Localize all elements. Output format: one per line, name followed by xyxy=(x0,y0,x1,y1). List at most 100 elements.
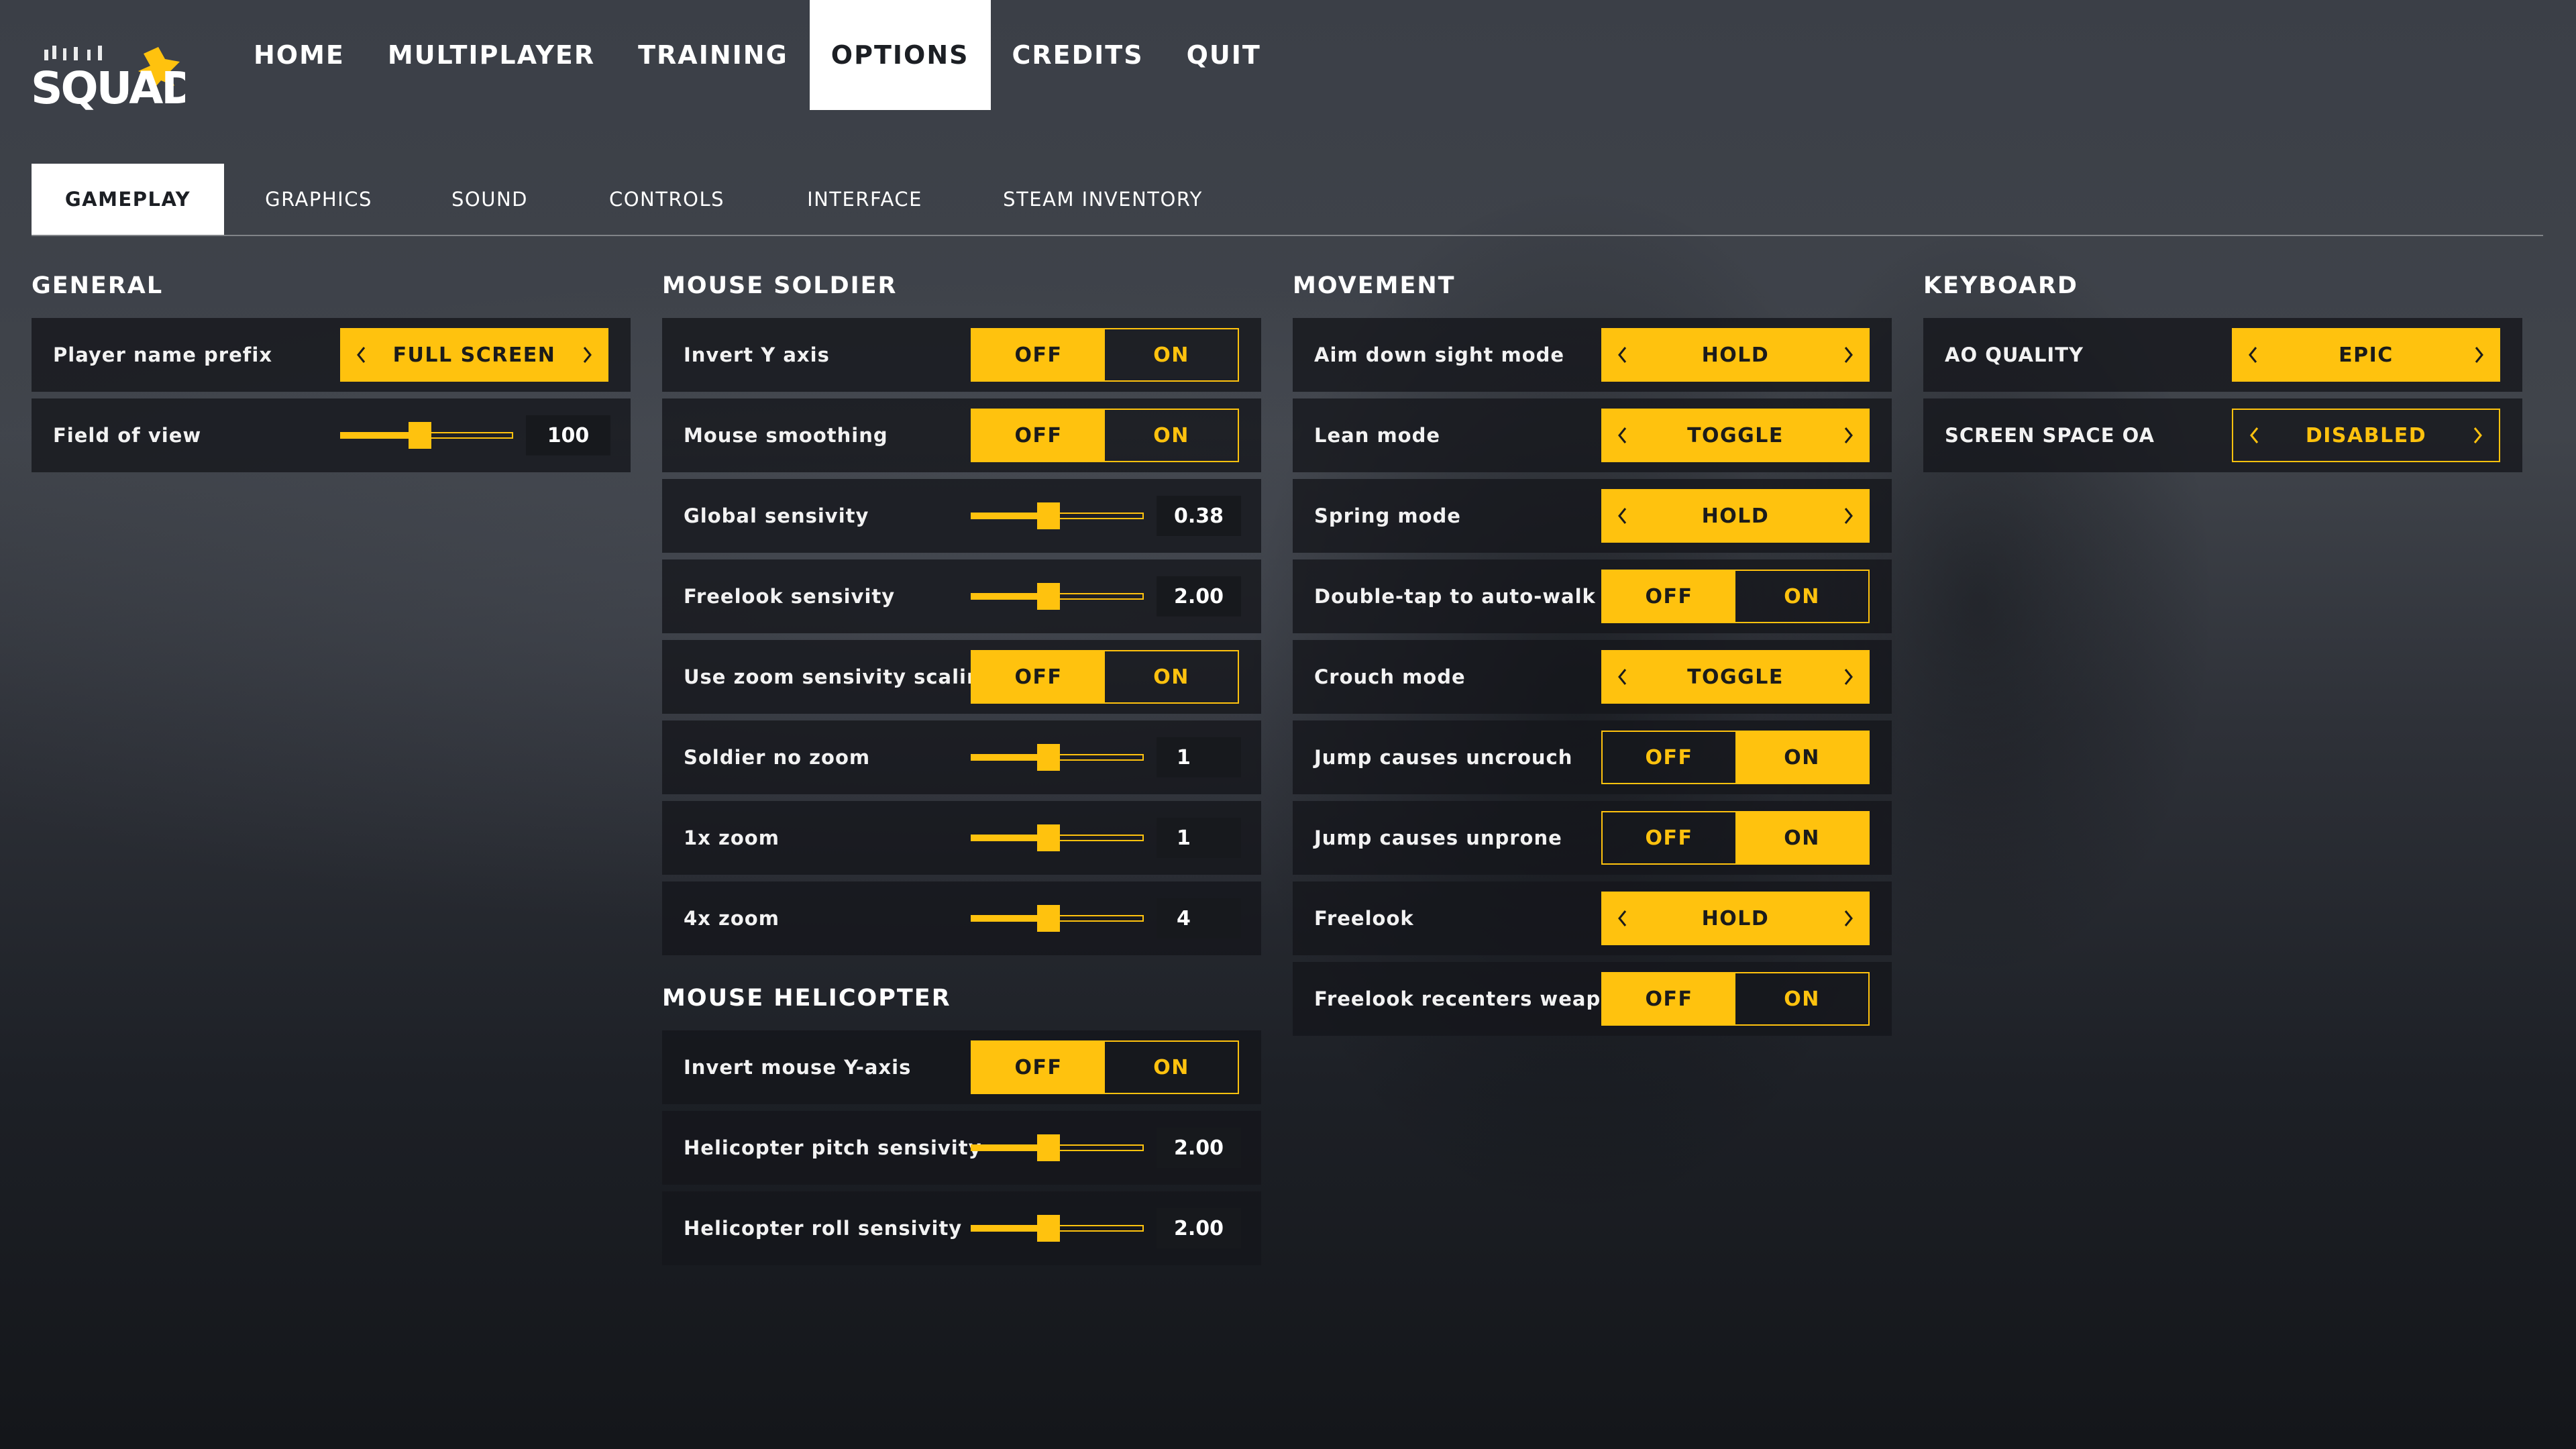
toggle-off-option[interactable]: OFF xyxy=(1603,973,1735,1024)
field-of-view-value: 100 xyxy=(526,415,610,455)
chevron-right-icon[interactable] xyxy=(1827,409,1870,462)
ads-mode-selector[interactable]: HOLD xyxy=(1601,328,1870,382)
soldier-no-zoom-slider[interactable]: 1 xyxy=(971,720,1241,794)
heli-roll-slider[interactable]: 2.00 xyxy=(971,1191,1241,1265)
slider-thumb[interactable] xyxy=(1037,744,1061,771)
mouse-soldier-heading: MOUSE SOLDIER xyxy=(662,272,898,299)
toggle-on-option[interactable]: ON xyxy=(1105,329,1238,380)
chevron-right-icon[interactable] xyxy=(2456,409,2499,462)
toggle-on-option[interactable]: ON xyxy=(1105,651,1238,702)
player-name-prefix-selector[interactable]: FULL SCREEN xyxy=(340,328,608,382)
tab-steam-inventory[interactable]: STEAM INVENTORY xyxy=(962,164,1244,235)
movement-heading: MOVEMENT xyxy=(1293,272,1456,299)
chevron-right-icon[interactable] xyxy=(1827,892,1870,945)
nav-multiplayer[interactable]: MULTIPLAYER xyxy=(366,0,616,110)
lean-mode-selector[interactable]: TOGGLE xyxy=(1601,409,1870,462)
ssao-selector[interactable]: DISABLED xyxy=(2232,409,2500,462)
keyboard-heading: KEYBOARD xyxy=(1923,272,2078,299)
jump-uncrouch-toggle[interactable]: OFF ON xyxy=(1601,731,1870,784)
chevron-right-icon[interactable] xyxy=(1827,489,1870,543)
keyboard-section: KEYBOARD AO QUALITY EPIC SCREEN SPACE OA… xyxy=(1923,266,2522,479)
toggle-on-option[interactable]: ON xyxy=(1735,812,1868,863)
slider-track[interactable] xyxy=(971,1134,1144,1161)
jump-unprone-toggle[interactable]: OFF ON xyxy=(1601,811,1870,865)
toggle-off-option[interactable]: OFF xyxy=(1603,812,1735,863)
tab-graphics[interactable]: GRAPHICS xyxy=(224,164,413,235)
freelook-recenter-toggle[interactable]: OFF ON xyxy=(1601,972,1870,1026)
slider-track[interactable] xyxy=(971,744,1144,771)
general-heading: GENERAL xyxy=(32,272,164,299)
lean-mode-value: TOGGLE xyxy=(1687,423,1784,447)
mouse-smoothing-toggle[interactable]: OFF ON xyxy=(971,409,1239,462)
toggle-on-option[interactable]: ON xyxy=(1735,571,1868,622)
nav-training[interactable]: TRAINING xyxy=(616,0,810,110)
toggle-off-option[interactable]: OFF xyxy=(972,1042,1105,1093)
heli-pitch-slider[interactable]: 2.00 xyxy=(971,1111,1241,1185)
nav-home[interactable]: HOME xyxy=(232,0,366,110)
toggle-off-option[interactable]: OFF xyxy=(972,651,1105,702)
chevron-left-icon[interactable] xyxy=(1601,489,1644,543)
crouch-mode-selector[interactable]: TOGGLE xyxy=(1601,650,1870,704)
invert-y-toggle[interactable]: OFF ON xyxy=(971,328,1239,382)
nav-quit[interactable]: QUIT xyxy=(1165,0,1283,110)
toggle-off-option[interactable]: OFF xyxy=(972,329,1105,380)
zoom-4x-value: 4 xyxy=(1157,898,1241,938)
chevron-left-icon[interactable] xyxy=(2232,328,2275,382)
slider-thumb[interactable] xyxy=(1037,824,1061,851)
slider-track[interactable] xyxy=(340,422,513,449)
global-sensivity-slider[interactable]: 0.38 xyxy=(971,479,1241,553)
freelook-sensivity-slider[interactable]: 2.00 xyxy=(971,559,1241,633)
chevron-left-icon[interactable] xyxy=(1601,409,1644,462)
nav-quit-label: QUIT xyxy=(1186,40,1261,70)
global-sensivity-value: 0.38 xyxy=(1157,496,1241,536)
chevron-right-icon[interactable] xyxy=(566,328,608,382)
toggle-on-option[interactable]: ON xyxy=(1735,732,1868,783)
tab-gameplay[interactable]: GAMEPLAY xyxy=(32,164,224,235)
nav-credits[interactable]: CREDITS xyxy=(991,0,1165,110)
heli-invert-y-toggle[interactable]: OFF ON xyxy=(971,1040,1239,1094)
lean-mode-label: Lean mode xyxy=(1314,424,1441,447)
chevron-left-icon[interactable] xyxy=(1601,650,1644,704)
slider-thumb[interactable] xyxy=(1037,502,1061,529)
field-of-view-slider[interactable]: 100 xyxy=(340,398,610,472)
toggle-off-option[interactable]: OFF xyxy=(972,410,1105,461)
toggle-on-option[interactable]: ON xyxy=(1105,410,1238,461)
tab-interface[interactable]: INTERFACE xyxy=(767,164,962,235)
chevron-left-icon[interactable] xyxy=(1601,328,1644,382)
slider-track[interactable] xyxy=(971,583,1144,610)
slider-thumb[interactable] xyxy=(1037,905,1061,932)
tab-sound[interactable]: SOUND xyxy=(413,164,566,235)
chevron-right-icon[interactable] xyxy=(1827,328,1870,382)
nav-options[interactable]: OPTIONS xyxy=(809,0,991,110)
slider-track[interactable] xyxy=(971,1215,1144,1242)
spring-mode-selector[interactable]: HOLD xyxy=(1601,489,1870,543)
toggle-off-option[interactable]: OFF xyxy=(1603,571,1735,622)
nav-multiplayer-label: MULTIPLAYER xyxy=(387,40,596,70)
toggle-on-option[interactable]: ON xyxy=(1735,973,1868,1024)
slider-track[interactable] xyxy=(971,502,1144,529)
zoom-scaling-toggle[interactable]: OFF ON xyxy=(971,650,1239,704)
spring-mode-value: HOLD xyxy=(1701,504,1770,528)
slider-track[interactable] xyxy=(971,824,1144,851)
tab-controls[interactable]: CONTROLS xyxy=(566,164,767,235)
slider-thumb[interactable] xyxy=(1037,1134,1061,1161)
zoom-1x-slider[interactable]: 1 xyxy=(971,801,1241,875)
slider-thumb[interactable] xyxy=(408,422,431,449)
ssao-label: SCREEN SPACE OA xyxy=(1945,424,2155,447)
double-tap-toggle[interactable]: OFF ON xyxy=(1601,570,1870,623)
chevron-right-icon[interactable] xyxy=(1827,650,1870,704)
global-sensivity-label: Global sensivity xyxy=(684,504,869,527)
toggle-off-option[interactable]: OFF xyxy=(1603,732,1735,783)
slider-thumb[interactable] xyxy=(1037,583,1061,610)
chevron-left-icon[interactable] xyxy=(340,328,383,382)
soldier-no-zoom-value: 1 xyxy=(1157,737,1241,777)
toggle-on-option[interactable]: ON xyxy=(1105,1042,1238,1093)
slider-thumb[interactable] xyxy=(1037,1215,1061,1242)
chevron-left-icon[interactable] xyxy=(2233,409,2276,462)
ao-quality-selector[interactable]: EPIC xyxy=(2232,328,2500,382)
freelook-selector[interactable]: HOLD xyxy=(1601,892,1870,945)
slider-track[interactable] xyxy=(971,905,1144,932)
zoom-4x-slider[interactable]: 4 xyxy=(971,881,1241,955)
chevron-left-icon[interactable] xyxy=(1601,892,1644,945)
chevron-right-icon[interactable] xyxy=(2457,328,2500,382)
